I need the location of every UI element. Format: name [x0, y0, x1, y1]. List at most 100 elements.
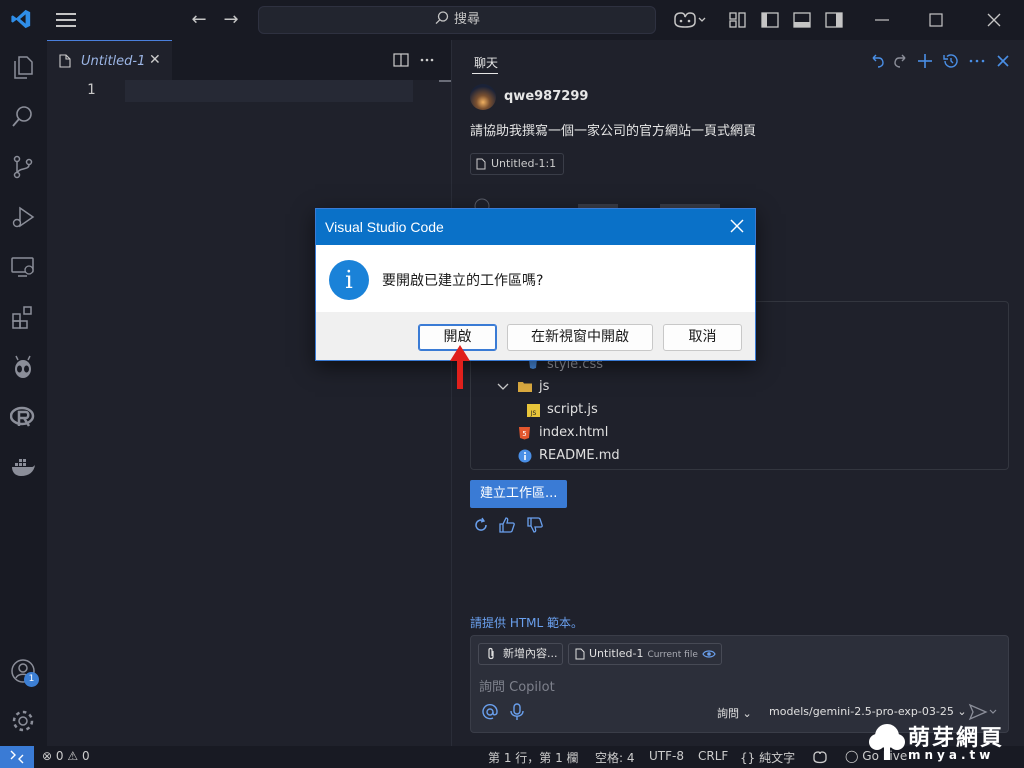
- redo-icon[interactable]: [892, 52, 910, 70]
- current-file-sublabel: Current file: [647, 650, 698, 660]
- dialog-title: Visual Studio Code: [325, 219, 444, 235]
- more-icon[interactable]: [968, 52, 986, 70]
- close-window-icon[interactable]: [984, 10, 1004, 30]
- thumbs-down-icon[interactable]: [526, 516, 544, 534]
- split-editor-icon[interactable]: [393, 52, 409, 68]
- language-mode[interactable]: {} 純文字: [740, 749, 795, 766]
- menu-icon[interactable]: [56, 13, 76, 27]
- attach-context-label: 新增內容...: [503, 647, 558, 660]
- create-workspace-button[interactable]: 建立工作區...: [470, 480, 568, 508]
- reference-chip[interactable]: Untitled-1:1: [470, 153, 565, 175]
- minimize-icon[interactable]: [872, 10, 892, 30]
- username: qwe987299: [504, 89, 589, 104]
- toggle-secondary-sidebar-icon[interactable]: [824, 10, 844, 30]
- tab-label: Untitled-1: [81, 54, 146, 69]
- mode-select-label: 詢問: [717, 707, 739, 720]
- thumbs-up-icon[interactable]: [498, 516, 516, 534]
- current-file-chip[interactable]: Untitled-1 Current file: [568, 643, 722, 665]
- back-arrow-icon[interactable]: ←: [188, 9, 210, 31]
- svg-text:JS: JS: [530, 410, 537, 417]
- language-label: 純文字: [759, 751, 796, 765]
- current-line-highlight[interactable]: [125, 80, 413, 102]
- sprout-tree-icon: [869, 724, 905, 760]
- r-language-icon[interactable]: [10, 404, 36, 430]
- run-debug-icon[interactable]: [10, 204, 36, 230]
- error-icon: ⊗: [42, 749, 53, 763]
- attach-context-button[interactable]: 新增內容...: [478, 643, 563, 665]
- microphone-icon[interactable]: [508, 703, 526, 721]
- undo-icon[interactable]: [868, 52, 886, 70]
- close-panel-icon[interactable]: [994, 52, 1012, 70]
- braces-icon: {}: [740, 751, 756, 765]
- chat-input-box[interactable]: 新增內容... Untitled-1 Current file 詢問 Copilo…: [470, 635, 1009, 733]
- encoding[interactable]: UTF-8: [649, 749, 684, 763]
- svg-text:5: 5: [522, 430, 526, 438]
- minimap[interactable]: [439, 80, 451, 82]
- chat-input-placeholder[interactable]: 詢問 Copilot: [479, 676, 555, 695]
- chevron-down-icon[interactable]: [497, 382, 509, 392]
- dialog-title-bar: Visual Studio Code: [316, 209, 755, 245]
- tab-untitled-1[interactable]: Untitled-1 ✕: [47, 40, 172, 80]
- problems-status[interactable]: ⊗ 0 ⚠ 0: [42, 749, 90, 763]
- command-center-search[interactable]: 搜尋: [258, 6, 656, 34]
- activity-bar: 1: [0, 40, 47, 746]
- open-new-window-button[interactable]: 在新視窗中開啟: [507, 324, 653, 351]
- mention-icon[interactable]: [481, 703, 499, 721]
- reference-chip-label: Untitled-1:1: [491, 157, 557, 170]
- broadcast-icon: ◯: [845, 749, 859, 763]
- file-icon: [59, 54, 71, 68]
- alien-extension-icon[interactable]: [10, 354, 36, 380]
- info-icon: i: [329, 260, 369, 300]
- model-select[interactable]: models/gemini-2.5-pro-exp-03-25 ⌄: [769, 705, 967, 718]
- suggested-prompt[interactable]: 請提供 HTML 範本。: [470, 614, 583, 631]
- more-actions-icon[interactable]: [419, 52, 435, 68]
- tree-item-index-html[interactable]: index.html: [539, 425, 608, 440]
- retry-icon[interactable]: [472, 516, 490, 534]
- tab-close-icon[interactable]: ✕: [149, 52, 161, 68]
- red-arrow-annotation: [450, 345, 470, 389]
- toggle-sidebar-icon[interactable]: [760, 10, 780, 30]
- tree-item-readme-md[interactable]: README.md: [539, 448, 620, 463]
- copilot-icon[interactable]: [672, 10, 706, 30]
- maximize-icon[interactable]: [926, 10, 946, 30]
- user-message: 請協助我撰寫一個一家公司的官方網站一頁式網頁: [470, 124, 757, 139]
- watermark-en: mnya.tw: [908, 748, 995, 762]
- source-control-icon[interactable]: [10, 154, 36, 180]
- settings-gear-icon[interactable]: [10, 708, 36, 734]
- remote-icon: [10, 750, 24, 764]
- remote-explorer-icon[interactable]: [10, 254, 36, 280]
- dialog-body: i 要開啟已建立的工作區嗎?: [316, 245, 755, 312]
- search-view-icon[interactable]: [10, 104, 36, 130]
- eye-icon[interactable]: [702, 649, 716, 659]
- cancel-button[interactable]: 取消: [663, 324, 742, 351]
- html-file-icon: 5: [519, 427, 530, 440]
- vscode-logo-icon[interactable]: [10, 8, 32, 30]
- tree-item-script-js[interactable]: script.js: [547, 402, 598, 417]
- dialog-close-icon[interactable]: [729, 218, 745, 234]
- line-number: 1: [87, 82, 96, 98]
- copilot-status-icon[interactable]: [812, 750, 828, 764]
- forward-arrow-icon[interactable]: →: [220, 9, 242, 31]
- remote-indicator[interactable]: [0, 746, 34, 768]
- customize-layout-icon[interactable]: [728, 10, 748, 30]
- chat-panel: 聊天 qwe987299 請協助我撰寫一個一家公司的官方網站一頁式網頁 Unti…: [451, 40, 1024, 746]
- editor-area: Untitled-1 ✕ 1: [47, 40, 451, 746]
- end-of-line[interactable]: CRLF: [698, 749, 728, 763]
- cursor-position[interactable]: 第 1 行，第 1 欄: [488, 749, 579, 766]
- current-file-label: Untitled-1: [589, 647, 644, 660]
- toggle-panel-icon[interactable]: [792, 10, 812, 30]
- indentation[interactable]: 空格: 4: [595, 749, 635, 766]
- docker-icon[interactable]: [10, 454, 36, 480]
- avatar: [470, 84, 496, 110]
- open-workspace-dialog: Visual Studio Code i 要開啟已建立的工作區嗎? 開啟 在新視…: [315, 208, 756, 361]
- mode-select[interactable]: 詢問 ⌄: [717, 705, 752, 721]
- tab-chat[interactable]: 聊天: [474, 54, 498, 71]
- history-icon[interactable]: [942, 52, 960, 70]
- explorer-icon[interactable]: [10, 54, 36, 80]
- tab-chat-underline: [472, 73, 498, 74]
- send-icon[interactable]: [968, 703, 1000, 721]
- extensions-icon[interactable]: [10, 304, 36, 330]
- title-bar: ← → 搜尋: [0, 0, 1024, 40]
- new-chat-icon[interactable]: [916, 52, 934, 70]
- tree-item-js-folder[interactable]: js: [539, 379, 549, 394]
